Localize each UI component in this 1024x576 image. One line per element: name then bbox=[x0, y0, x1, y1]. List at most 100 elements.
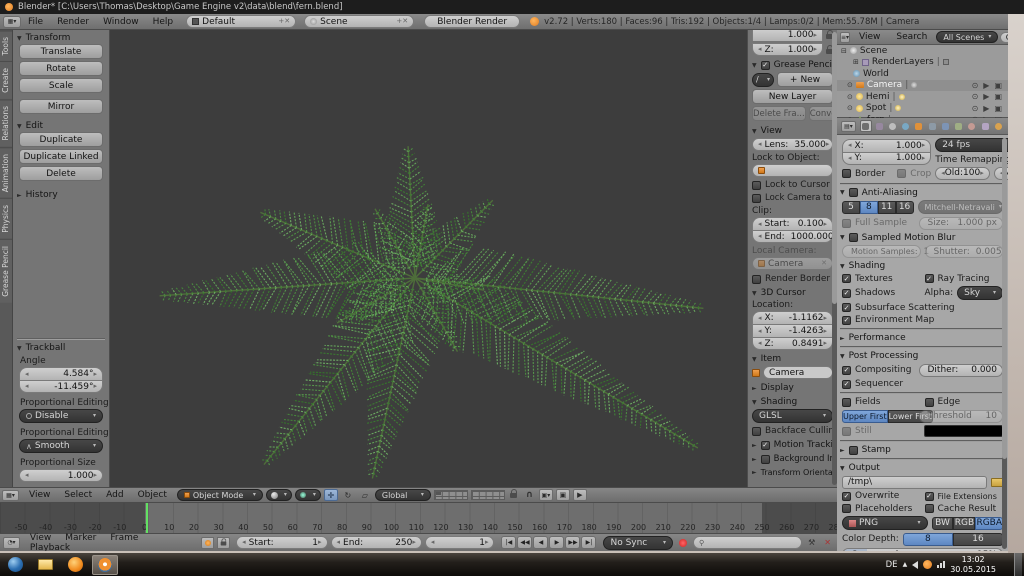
clip-end-field[interactable]: ◂End:1000.000▸ bbox=[752, 230, 833, 243]
cache-result-checkbox[interactable] bbox=[925, 504, 934, 513]
proportional-falloff-select[interactable]: ∧Smooth▾ bbox=[19, 439, 103, 453]
clip-start-field[interactable]: ◂Start:0.100▸ bbox=[752, 217, 833, 230]
menu-item[interactable]: Object bbox=[131, 490, 174, 500]
snap-element-icon[interactable]: ▣▾ bbox=[539, 489, 553, 501]
menu-item[interactable]: View bbox=[23, 533, 58, 543]
selectable-icon[interactable]: ▶ bbox=[983, 81, 989, 90]
panel-header-performance[interactable]: ►Performance bbox=[840, 333, 1005, 343]
expand-icon[interactable]: ► bbox=[752, 456, 757, 463]
manipulator-translate-icon[interactable]: ✛ bbox=[324, 489, 338, 501]
tool-button[interactable]: Duplicate Linked bbox=[19, 149, 103, 164]
menu-item[interactable]: Add bbox=[99, 490, 130, 500]
tab-render-layers[interactable] bbox=[874, 120, 885, 132]
channel-rgba-button[interactable]: RGBA bbox=[975, 517, 1003, 530]
playback-button[interactable]: ▶ bbox=[549, 536, 564, 549]
aa-samples-11[interactable]: 11 bbox=[878, 201, 896, 214]
output-path-field[interactable]: /tmp\ bbox=[842, 476, 987, 489]
full-sample-checkbox[interactable] bbox=[842, 219, 851, 228]
delete-keyframe-icon[interactable]: ✕ bbox=[821, 538, 834, 547]
angle-x-field[interactable]: ◂4.584°▸ bbox=[19, 367, 103, 380]
panel-header-sampled-motion-blur[interactable]: ▼Sampled Motion Blur bbox=[840, 233, 1005, 243]
shadows-checkbox[interactable]: ✓ bbox=[842, 289, 851, 298]
blender-taskbar-icon[interactable] bbox=[92, 555, 118, 575]
increment-icon[interactable]: ▸ bbox=[93, 371, 97, 378]
toolshelf-tab[interactable]: Grease Pencil bbox=[0, 239, 12, 303]
smb-checkbox[interactable] bbox=[849, 233, 858, 242]
proportional-size-field[interactable]: ◂1.000▸ bbox=[19, 469, 103, 482]
outliner-row-spot[interactable]: ⊙Spot|⊙▶▣ bbox=[837, 103, 1008, 115]
collapse-icon[interactable]: ▼ bbox=[752, 399, 757, 406]
overwrite-checkbox[interactable]: ✓ bbox=[842, 492, 851, 501]
mirror-button[interactable]: Mirror bbox=[19, 99, 103, 114]
placeholders-checkbox[interactable] bbox=[842, 504, 851, 513]
ray-tracing-checkbox[interactable]: ✓ bbox=[925, 274, 934, 283]
resolution-x-field[interactable]: ◂X:1.000▸ bbox=[842, 139, 931, 152]
toolshelf-tab[interactable]: Physics bbox=[0, 198, 12, 239]
motion-tracking-checkbox[interactable]: ✓ bbox=[761, 441, 770, 450]
collapse-icon[interactable]: ▼ bbox=[840, 189, 845, 196]
decrement-icon[interactable]: ◂ bbox=[25, 472, 29, 479]
network-icon[interactable] bbox=[937, 561, 945, 568]
lock-camera-row[interactable]: Lock Camera to View bbox=[752, 193, 833, 203]
add-layout-icon[interactable]: + bbox=[275, 18, 284, 25]
tool-button[interactable]: Duplicate bbox=[19, 132, 103, 147]
depth-8-button[interactable]: 8 bbox=[903, 533, 953, 546]
panel-header-edit[interactable]: ▼Edit bbox=[17, 121, 105, 131]
expand-icon[interactable]: ► bbox=[752, 442, 757, 449]
playback-button[interactable]: ▶▶ bbox=[565, 536, 580, 549]
selectable-icon[interactable]: ▶ bbox=[983, 92, 989, 101]
current-frame-field[interactable]: ◂1▸ bbox=[425, 536, 495, 549]
hide-icon[interactable]: ⊙ bbox=[972, 92, 979, 101]
explorer-taskbar-icon[interactable] bbox=[32, 555, 58, 575]
item-name-field[interactable]: Camera bbox=[763, 366, 833, 379]
dither-field[interactable]: Dither:0.000 bbox=[919, 364, 1004, 377]
tab-physics[interactable] bbox=[993, 120, 1004, 132]
frame-start-field[interactable]: ◂Start:1▸ bbox=[236, 536, 327, 549]
decrement-icon[interactable]: ◂ bbox=[25, 383, 29, 390]
motion-samples-field[interactable]: Motion Samples:1 bbox=[842, 245, 921, 258]
file-format-select[interactable]: PNG▾ bbox=[842, 516, 928, 530]
panel-header-output[interactable]: ▼Output bbox=[840, 463, 1005, 473]
tab-world[interactable] bbox=[900, 120, 911, 132]
threshold-field[interactable]: Threshold10 bbox=[919, 410, 1004, 423]
cursor-y-field[interactable]: ◂Y:-1.4263▸ bbox=[752, 324, 833, 337]
scenes-filter-select[interactable]: All Scenes▾ bbox=[936, 31, 998, 43]
playback-button[interactable]: ▶| bbox=[581, 536, 596, 549]
aa-filter-select[interactable]: Mitchell-Netravali▾ bbox=[918, 200, 1004, 214]
current-frame-cursor[interactable] bbox=[146, 503, 148, 533]
selectable-icon[interactable]: ▶ bbox=[983, 104, 989, 113]
aa-samples-5[interactable]: 5 bbox=[842, 201, 860, 214]
scene-field[interactable]: Scene+✕ bbox=[304, 15, 414, 28]
viewport-3d[interactable] bbox=[110, 30, 747, 487]
orientation-select[interactable]: Global▾ bbox=[375, 489, 431, 501]
editor-type-icon[interactable]: ≡▾ bbox=[840, 32, 850, 43]
tab-modifiers[interactable] bbox=[940, 120, 951, 132]
expander-icon[interactable]: ⊙ bbox=[847, 93, 853, 101]
playback-button[interactable]: |◀ bbox=[501, 536, 516, 549]
collapse-icon[interactable]: ▼ bbox=[840, 234, 845, 241]
outliner-row-world[interactable]: World bbox=[837, 68, 1008, 80]
aa-samples-8[interactable]: 8 bbox=[860, 201, 878, 214]
gp-draw-mode[interactable]: /▾ bbox=[752, 73, 774, 87]
tab-object[interactable] bbox=[913, 120, 924, 132]
tab-data[interactable] bbox=[953, 120, 964, 132]
editor-type-icon[interactable]: ▦▾ bbox=[2, 490, 19, 501]
close-layout-icon[interactable]: ✕ bbox=[284, 18, 290, 25]
sequencer-checkbox[interactable]: ✓ bbox=[842, 380, 851, 389]
gp-delete-frame-button[interactable]: Delete Fra... bbox=[752, 106, 806, 121]
tool-button[interactable]: Delete bbox=[19, 166, 103, 181]
gp-new-layer-button[interactable]: New Layer bbox=[752, 89, 833, 104]
menu-item[interactable]: Frame bbox=[103, 533, 145, 543]
collapse-icon[interactable]: ▼ bbox=[840, 263, 845, 270]
panel-header-anti-aliasing[interactable]: ▼Anti-Aliasing bbox=[840, 188, 1005, 198]
tray-language[interactable]: DE bbox=[886, 560, 898, 570]
depth-16-button[interactable]: 16 bbox=[953, 533, 1003, 546]
collapse-icon[interactable]: ▼ bbox=[840, 353, 845, 360]
grease-pencil-checkbox[interactable]: ✓ bbox=[761, 61, 770, 70]
panel-header-3d-cursor[interactable]: ▼3D Cursor bbox=[752, 288, 833, 298]
blender-tray-icon[interactable] bbox=[923, 560, 932, 569]
firefox-taskbar-icon[interactable] bbox=[62, 555, 88, 575]
expander-icon[interactable]: ⊟ bbox=[841, 47, 847, 55]
menu-item[interactable]: File bbox=[21, 17, 50, 27]
toolshelf-tab[interactable]: Tools bbox=[0, 30, 12, 61]
